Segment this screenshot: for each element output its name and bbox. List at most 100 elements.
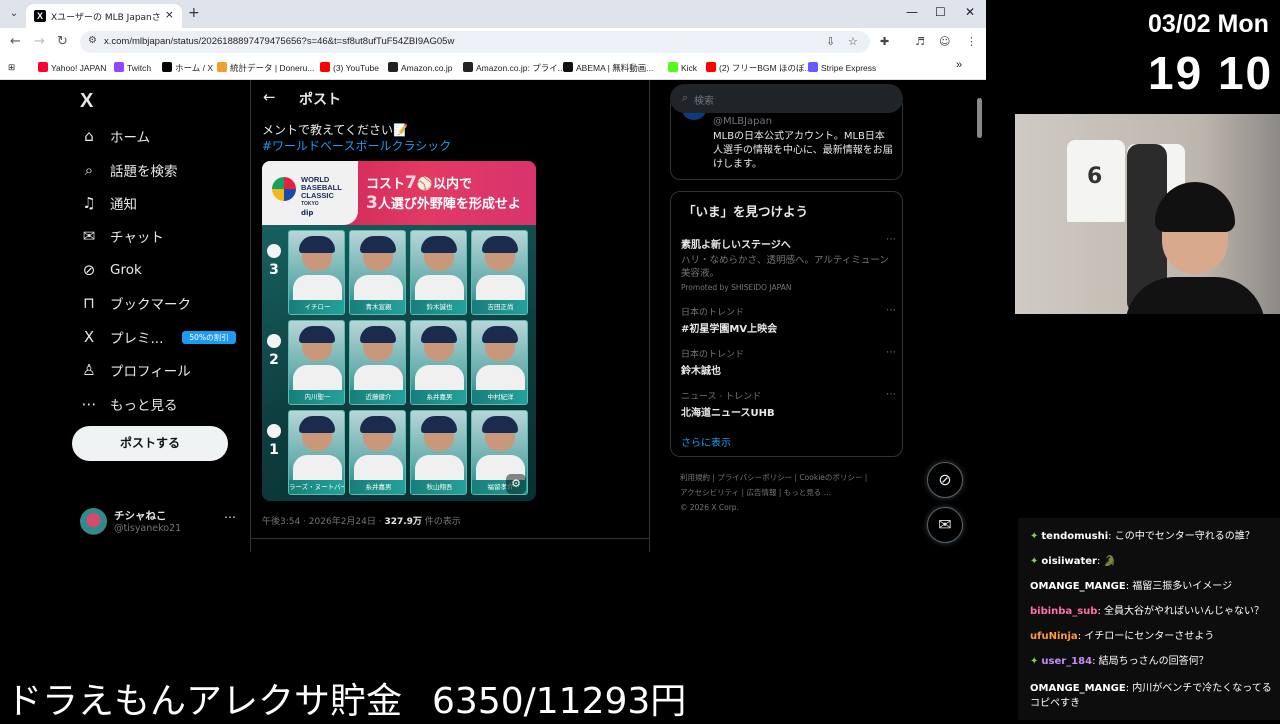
bookmark-item[interactable]: Twitch — [114, 62, 151, 73]
address-bar: ← → ↻ ⚙ x.com/mlbjapan/status/2026188897… — [0, 28, 986, 56]
nav-item-chat[interactable]: ✉ チャット — [80, 223, 164, 249]
extensions-icon[interactable]: ✚ — [880, 35, 889, 48]
site-info-icon[interactable]: ⚙ — [88, 35, 97, 46]
profile-icon[interactable]: ☺ — [939, 35, 950, 48]
player-name: 秋山翔吾 — [411, 480, 466, 494]
bookmark-item[interactable]: ホーム / X — [162, 62, 213, 74]
search-icon: ⌕ — [682, 91, 689, 104]
bookmark-label: (2) フリーBGM ほのぼ... — [719, 63, 812, 73]
overlay-time: 19 10 — [1148, 47, 1274, 99]
account-handle: @tisyaneko21 — [114, 523, 182, 534]
chat-username: ufuNinja — [1030, 631, 1078, 642]
hashtag-link[interactable]: #ワールドベースボールクラシック — [262, 137, 451, 154]
player-card: 鈴木誠也 — [410, 230, 467, 315]
more-icon[interactable]: ⋯ — [224, 510, 236, 524]
tab-active[interactable]: X Xユーザーの MLB Japanさん: 「誰を × — [26, 4, 182, 28]
trend-item[interactable]: 日本のトレンド #初星学園MV上映会 ⋯ — [681, 305, 896, 335]
messages-fab-icon[interactable]: ✉ — [927, 507, 963, 543]
chat-message: bibinba_sub: 全員大谷がやればいいんじゃない？ — [1030, 606, 1264, 617]
search-input[interactable]: ⌕ 検索 — [670, 84, 903, 113]
bookmark-favicon-icon — [808, 62, 818, 72]
x-logo-icon[interactable]: X — [80, 90, 93, 113]
chat-message: ✦ tendomushi: この中でセンター守れるの誰？ — [1030, 531, 1255, 542]
bookmark-item[interactable]: (2) フリーBGM ほのぼ... — [706, 62, 812, 74]
footer-links-2[interactable]: アクセシビリティ | 広告情報 | もっと見る … — [680, 485, 895, 500]
nav-item-bookmarks[interactable]: ⊓ ブックマーク — [80, 290, 191, 316]
x-page: X ⌂ ホーム ⌕ 話題を検索 ♫ 通知 ✉ チャット ⊘ Grok ⊓ ブックマーク X プレミ... ♙… — [0, 80, 986, 552]
grok-image-icon[interactable]: ⚙ — [506, 474, 526, 494]
minimize-icon[interactable]: — — [906, 5, 918, 19]
player-card: 内川聖一 — [288, 320, 345, 405]
trend-more-icon[interactable]: ⋯ — [886, 305, 896, 316]
bookmark-item[interactable]: ABEMA | 無料動画... — [563, 62, 653, 74]
reload-icon[interactable]: ↻ — [57, 34, 68, 49]
forward-icon[interactable]: → — [34, 34, 45, 49]
maximize-icon[interactable]: ☐ — [935, 5, 946, 19]
tab-search-icon[interactable]: ⌄ — [6, 6, 22, 22]
bookmark-favicon-icon — [563, 62, 573, 72]
bookmark-label: 統計データ | Doneru... — [230, 63, 315, 73]
account-switcher[interactable]: チシャねこ @tisyaneko21 ⋯ — [80, 506, 240, 536]
donation-banner: ドラえもんアレクサ貯金 6350/11293円 — [6, 681, 687, 722]
bookmark-favicon-icon — [162, 62, 172, 72]
apps-icon[interactable]: ⊞ — [8, 62, 15, 73]
nav-label: チャット — [110, 230, 164, 246]
back-icon[interactable]: ← — [10, 34, 21, 49]
new-tab-icon[interactable]: + — [188, 5, 200, 21]
player-card: 中村紀洋 — [471, 320, 528, 405]
premium-discount-badge: 50%の割引 — [182, 331, 236, 344]
more-bookmarks-icon[interactable]: » — [956, 59, 962, 71]
chat-username: oisiiwater — [1041, 556, 1097, 567]
bookmark-item[interactable]: Kick — [668, 62, 697, 73]
url-field[interactable]: ⚙ x.com/mlbjapan/status/2026188897479475… — [80, 31, 870, 53]
nav-item-explore[interactable]: ⌕ 話題を検索 — [80, 157, 178, 183]
bookmark-label: Amazon.co.jp — [401, 63, 453, 73]
media-icon[interactable]: ♬ — [915, 35, 925, 48]
nav-item-notifications[interactable]: ♫ 通知 — [80, 190, 137, 216]
scrollbar[interactable] — [975, 90, 983, 548]
tweet-image[interactable]: WORLD BASEBALL CLASSIC TOKYO dip コスト7⚾以内… — [262, 161, 536, 501]
footer-links-1[interactable]: 利用規約 | プライバシーポリシー | Cookieのポリシー | — [680, 470, 895, 485]
trend-item[interactable]: 日本のトレンド 鈴木誠也 ⋯ — [681, 347, 896, 377]
bookmark-item[interactable]: Amazon.co.jp — [388, 62, 453, 73]
post-button[interactable]: ポストする — [72, 426, 228, 461]
nav-item-more[interactable]: ⋯ もっと見る — [80, 391, 178, 417]
cost-marker: 1 — [264, 424, 284, 458]
player-card: イチロー — [288, 230, 345, 315]
nav-item-profile[interactable]: ♙ プロフィール — [80, 357, 190, 383]
streamer — [1125, 182, 1265, 314]
bookmark-item[interactable]: Yahoo! JAPAN — [38, 62, 106, 73]
close-window-icon[interactable]: ✕ — [965, 5, 975, 19]
trend-item[interactable]: 素肌よ新しいステージへ ハリ・なめらかさ、透明感へ。アルティミューン美容液。 Pro… — [681, 234, 896, 292]
trend-more-icon[interactable]: ⋯ — [886, 389, 896, 400]
show-more-link[interactable]: さらに表示 — [681, 434, 731, 449]
close-tab-icon[interactable]: × — [165, 8, 174, 21]
bookmark-label: Kick — [681, 63, 698, 73]
trend-more-icon[interactable]: ⋯ — [886, 347, 896, 358]
bookmark-star-icon[interactable]: ☆ — [848, 35, 858, 48]
bookmark-item[interactable]: Amazon.co.jp: プライ... — [463, 62, 565, 74]
bookmark-favicon-icon — [706, 62, 716, 72]
chat-text: この中でセンター守れるの誰？ — [1114, 531, 1255, 542]
grok-fab-icon[interactable]: ⊘ — [927, 462, 963, 498]
bookmark-item[interactable]: Stripe Express — [808, 62, 876, 73]
trend-item[interactable]: ニュース · トレンド 北海道ニュースUHB ⋯ — [681, 389, 896, 419]
bookmark-favicon-icon — [320, 62, 330, 72]
menu-icon[interactable]: ⋮ — [966, 35, 977, 48]
nav-item-grok[interactable]: ⊘ Grok — [80, 257, 142, 283]
bookmark-item[interactable]: 統計データ | Doneru... — [217, 62, 314, 74]
explore-icon: ⌕ — [84, 161, 94, 179]
nav-item-premium[interactable]: X プレミ... — [80, 324, 164, 350]
bookmark-label: ABEMA | 無料動画... — [576, 63, 654, 73]
more-icon: ⋯ — [81, 395, 97, 413]
back-arrow-icon[interactable]: ← — [263, 88, 276, 106]
install-icon[interactable]: ⇩ — [826, 35, 835, 48]
search-placeholder: 検索 — [694, 96, 714, 107]
bookmark-item[interactable]: (3) YouTube — [320, 62, 379, 73]
nav-item-home[interactable]: ⌂ ホーム — [80, 123, 150, 149]
bookmark-favicon-icon — [463, 62, 473, 72]
trend-more-icon[interactable]: ⋯ — [886, 234, 896, 245]
badge-icon: ✦ — [1030, 531, 1039, 542]
player-card: 糸井嘉男 — [410, 320, 467, 405]
cost-marker: 2 — [264, 334, 284, 368]
